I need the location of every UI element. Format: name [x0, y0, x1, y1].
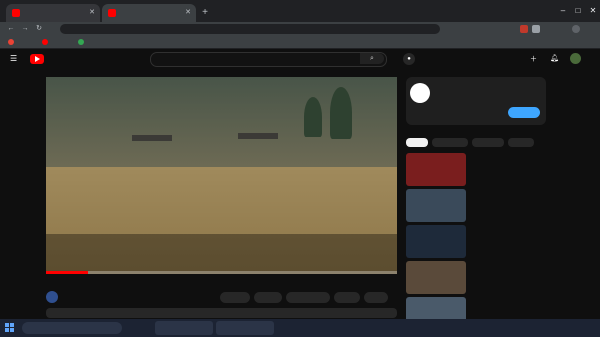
youtube-icon [42, 38, 48, 45]
create-icon[interactable]: ＋ [530, 54, 540, 64]
video-player[interactable] [46, 77, 397, 274]
address-bar[interactable] [60, 24, 440, 34]
rec-meta [469, 273, 549, 280]
reload-icon[interactable]: ↻ [34, 24, 44, 34]
rec-meta [469, 165, 549, 172]
search-button[interactable]: ⌕ [360, 53, 384, 64]
rec-meta [469, 237, 549, 244]
video-caption [56, 246, 376, 262]
chip-filter[interactable] [432, 138, 468, 147]
progress-fill [46, 271, 89, 274]
more-button[interactable] [364, 292, 388, 303]
extension-icon[interactable] [532, 25, 540, 33]
ad-cta-button[interactable] [508, 107, 540, 118]
rec-title[interactable] [469, 261, 549, 269]
channel-name[interactable] [62, 291, 122, 298]
close-icon[interactable]: ✕ [89, 8, 95, 16]
taskbar-clock[interactable] [545, 321, 595, 335]
rec-meta [469, 201, 549, 208]
browser-titlebar: ✕ ✕ + – □ ✕ [0, 0, 600, 22]
advertiser-logo [410, 83, 430, 103]
ad-card[interactable] [406, 77, 546, 125]
rec-title[interactable] [469, 225, 549, 233]
ad-headline [434, 84, 534, 92]
search-placeholder [157, 55, 307, 63]
rec-thumbnail[interactable] [406, 189, 466, 222]
maps-icon [78, 38, 84, 45]
close-window-icon[interactable]: ✕ [586, 4, 600, 18]
video-overlay-title [56, 83, 196, 99]
video-gazebo [132, 135, 172, 169]
bookmark-maps[interactable] [78, 38, 87, 46]
ad-subtext [434, 94, 534, 101]
forward-icon[interactable]: → [20, 24, 30, 34]
windows-start-icon[interactable] [5, 323, 15, 333]
like-button[interactable] [220, 292, 250, 303]
rec-thumbnail[interactable] [406, 261, 466, 294]
chip-filter[interactable] [406, 138, 428, 147]
rec-title[interactable] [469, 153, 549, 161]
rec-title[interactable] [469, 297, 549, 305]
taskbar-search[interactable] [22, 322, 122, 334]
minimize-icon[interactable]: – [556, 4, 570, 18]
video-tree [304, 97, 322, 137]
youtube-favicon-icon [12, 9, 20, 17]
share-button[interactable] [254, 292, 282, 303]
browser-tab-active[interactable]: ✕ [102, 4, 196, 22]
tab-label [119, 9, 189, 17]
menu-icon[interactable]: ☰ [10, 54, 20, 64]
address-text [72, 25, 432, 33]
search-icon: ⌕ [370, 55, 374, 62]
offline-save-button[interactable] [286, 292, 330, 303]
channel-avatar[interactable] [46, 291, 58, 303]
extension-icon[interactable] [520, 25, 528, 33]
progress-bar[interactable] [46, 271, 397, 274]
rec-title[interactable] [469, 189, 549, 197]
back-icon[interactable]: ← [6, 24, 16, 34]
watermark [200, 305, 400, 335]
rec-meta [469, 309, 549, 316]
gmail-icon [8, 38, 14, 45]
close-icon[interactable]: ✕ [185, 8, 191, 16]
notifications-icon[interactable]: 🔔︎ [550, 54, 560, 64]
video-caption-bar [46, 234, 397, 274]
youtube-favicon-icon [108, 9, 116, 17]
chip-filter[interactable] [508, 138, 534, 147]
tab-label [23, 9, 93, 17]
youtube-header: ☰ ⌕ ● ＋ 🔔︎ [0, 49, 600, 69]
youtube-logo-icon[interactable] [30, 54, 44, 64]
chip-filter[interactable] [472, 138, 504, 147]
video-gazebo [238, 133, 278, 167]
profile-avatar[interactable] [572, 25, 580, 33]
search-input[interactable] [150, 52, 387, 67]
browser-tab[interactable]: ✕ [6, 4, 100, 22]
bookmark-gmail[interactable] [8, 38, 17, 46]
new-tab-icon[interactable]: + [198, 6, 212, 20]
video-title [46, 279, 397, 288]
rec-thumbnail[interactable] [406, 225, 466, 258]
bookmarks-bar [0, 36, 600, 49]
rec-thumbnail[interactable] [406, 153, 466, 186]
microphone-icon[interactable]: ● [403, 53, 415, 65]
bookmark-youtube[interactable] [42, 38, 51, 46]
maximize-icon[interactable]: □ [571, 4, 585, 18]
account-avatar[interactable] [570, 53, 581, 64]
video-tree [330, 87, 352, 139]
clip-button[interactable] [334, 292, 360, 303]
browser-toolbar: ← → ↻ [0, 22, 600, 36]
